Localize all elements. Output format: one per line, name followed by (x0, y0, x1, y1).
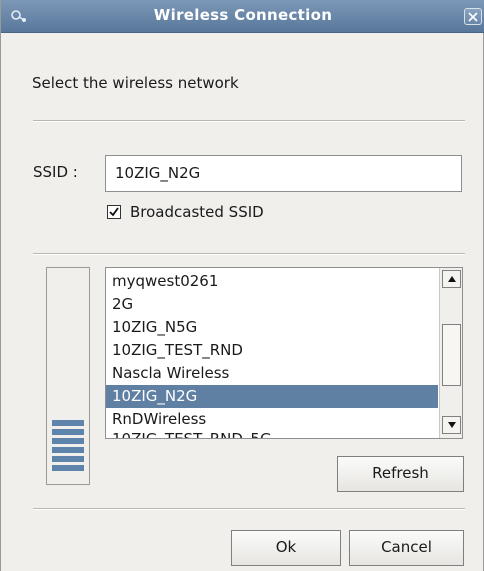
separator-top (33, 120, 465, 122)
signal-bar (52, 429, 84, 435)
signal-strength-meter (46, 267, 90, 485)
broadcasted-ssid-label[interactable]: Broadcasted SSID (130, 203, 264, 221)
ssid-input-value: 10ZIG_N2G (115, 164, 201, 182)
instruction-text: Select the wireless network (32, 74, 239, 92)
cancel-button[interactable]: Cancel (349, 530, 464, 566)
separator-bottom (33, 508, 465, 510)
network-list-scrollbar[interactable] (439, 268, 462, 438)
ok-button[interactable]: Ok (231, 530, 341, 566)
network-item[interactable]: 2G (106, 293, 438, 316)
scroll-thumb[interactable] (442, 324, 461, 386)
title-bar[interactable]: Wireless Connection (1, 0, 484, 33)
window-title: Wireless Connection (153, 6, 333, 24)
signal-bar (52, 447, 84, 453)
scroll-down-button[interactable] (442, 416, 461, 434)
broadcasted-ssid-checkbox[interactable] (107, 205, 121, 219)
signal-bar (52, 456, 84, 462)
signal-bar (52, 420, 84, 426)
network-item[interactable]: myqwest0261 (106, 270, 438, 293)
separator-middle (33, 253, 465, 255)
signal-bar (52, 465, 84, 471)
network-item[interactable]: 10ZIG_N5G (106, 316, 438, 339)
wireless-connection-dialog: Wireless Connection Select the wireless … (0, 0, 484, 571)
network-item[interactable]: 10ZIG_TEST_RND (106, 339, 438, 362)
ssid-input[interactable]: 10ZIG_N2G (105, 155, 462, 192)
refresh-button[interactable]: Refresh (337, 456, 464, 492)
network-item[interactable]: Nascla Wireless (106, 362, 438, 385)
ssid-label: SSID : (33, 163, 78, 181)
signal-bar (52, 438, 84, 444)
network-list[interactable]: myqwest0261 2G 10ZIG_N5G 10ZIG_TEST_RND … (105, 267, 463, 439)
network-item[interactable]: 10ZIG_TEST_RND_5G (106, 428, 438, 438)
scroll-up-button[interactable] (442, 270, 461, 288)
network-item-selected[interactable]: 10ZIG_N2G (106, 385, 438, 408)
close-button[interactable] (464, 8, 482, 25)
